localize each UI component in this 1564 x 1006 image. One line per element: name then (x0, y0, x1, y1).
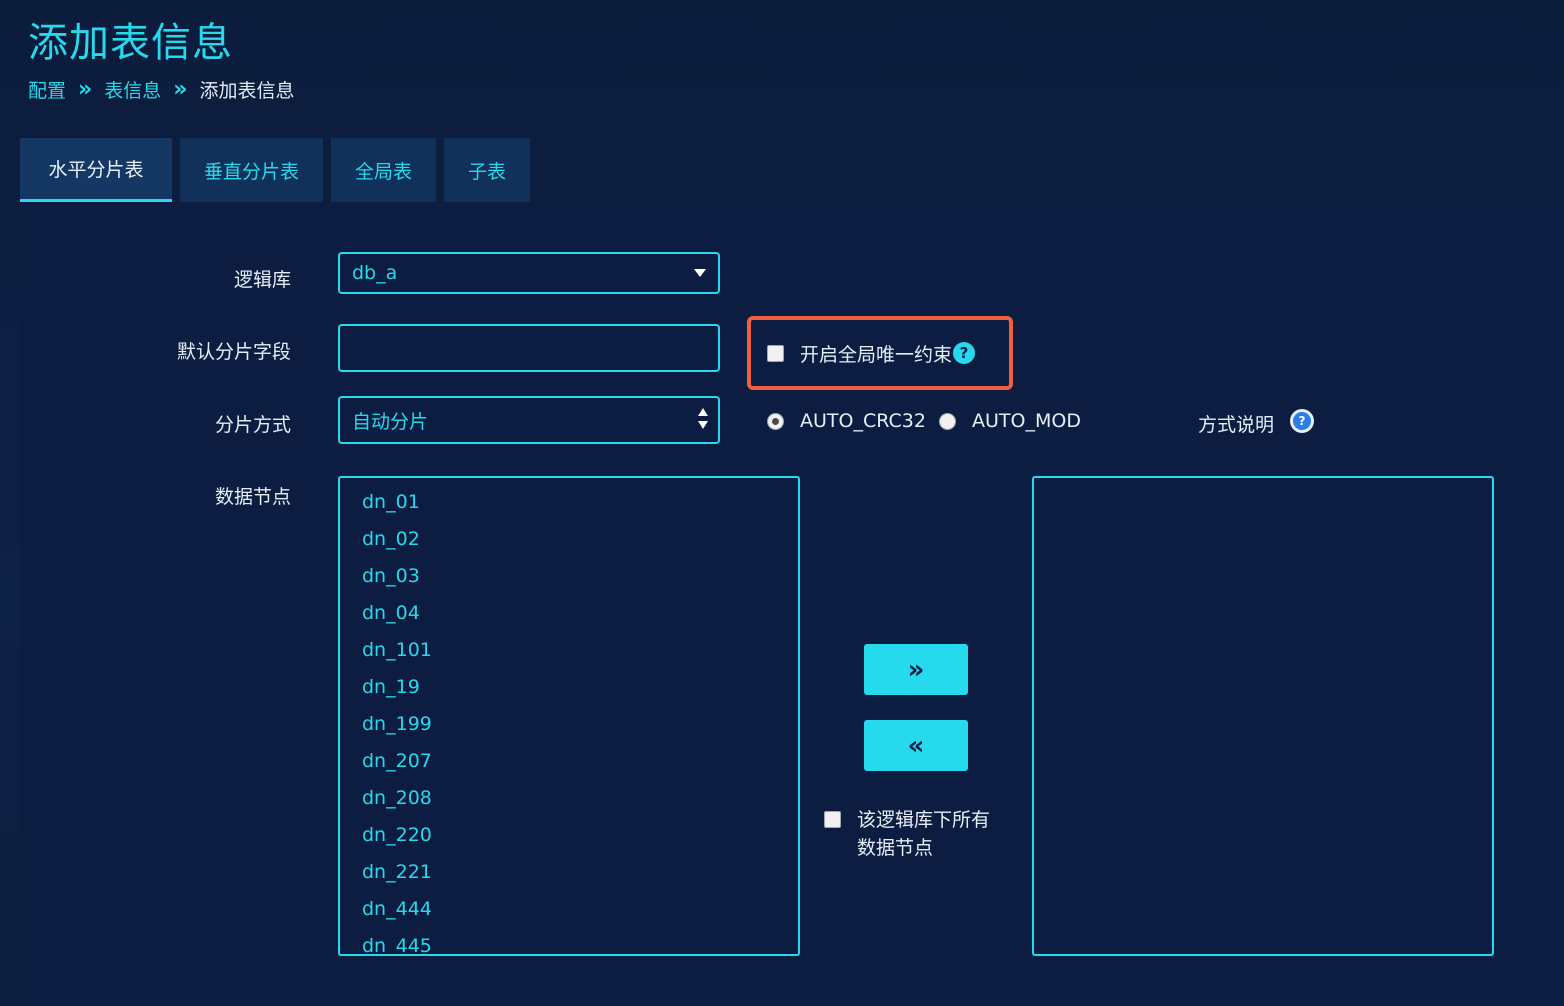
list-item[interactable]: dn_199 (340, 706, 798, 743)
logic-db-select[interactable]: db_a (338, 252, 720, 294)
shard-method-value: 自动分片 (352, 410, 429, 433)
add-nodes-button[interactable]: » (864, 644, 968, 695)
list-item[interactable]: dn_208 (340, 780, 798, 817)
list-item[interactable]: dn_207 (340, 743, 798, 780)
radio-auto-mod-button[interactable] (939, 412, 956, 430)
global-unique-highlight: 开启全局唯一约束 ? (747, 316, 1013, 390)
list-item[interactable]: dn_444 (340, 891, 798, 928)
breadcrumb-item-config[interactable]: 配置 (28, 76, 66, 103)
breadcrumb-separator-icon: » (78, 77, 93, 102)
remove-nodes-button[interactable]: « (864, 720, 968, 771)
list-item[interactable]: dn_19 (340, 669, 798, 706)
radio-auto-crc32[interactable]: AUTO_CRC32 (767, 410, 926, 432)
tab-global-table[interactable]: 全局表 (331, 138, 437, 202)
breadcrumb-item-table-info[interactable]: 表信息 (104, 76, 161, 103)
tab-bar: 水平分片表 垂直分片表 全局表 子表 (20, 138, 531, 202)
available-nodes-list[interactable]: dn_01 dn_02 dn_03 dn_04 dn_101 dn_19 dn_… (338, 476, 800, 956)
default-shard-field-input[interactable] (338, 324, 720, 372)
radio-auto-mod-label: AUTO_MOD (972, 410, 1081, 432)
shard-method-select[interactable]: 自动分片 (338, 396, 720, 444)
list-item[interactable]: dn_220 (340, 817, 798, 854)
global-unique-label: 开启全局唯一约束 (800, 343, 953, 366)
double-chevron-right-icon: » (907, 654, 925, 685)
selected-nodes-list[interactable] (1032, 476, 1494, 956)
tab-vertical-shard[interactable]: 垂直分片表 (180, 138, 324, 202)
method-desc-label: 方式说明 (1198, 414, 1275, 436)
list-item[interactable]: dn_445 (340, 928, 798, 954)
tab-child-table[interactable]: 子表 (444, 138, 531, 202)
page-title: 添加表信息 (28, 20, 233, 66)
caret-down-icon (694, 269, 706, 277)
list-item[interactable]: dn_02 (340, 521, 798, 558)
default-shard-field-label: 默认分片字段 (176, 341, 291, 363)
radio-auto-mod[interactable]: AUTO_MOD (939, 410, 1081, 432)
list-item[interactable]: dn_221 (340, 854, 798, 891)
all-nodes-label: 该逻辑库下所有数据节点 (857, 809, 991, 859)
radio-auto-crc32-button[interactable] (767, 412, 784, 430)
list-item[interactable]: dn_04 (340, 595, 798, 632)
list-item[interactable]: dn_101 (340, 632, 798, 669)
updown-arrows-icon (698, 408, 708, 429)
all-nodes-option[interactable]: 该逻辑库下所有数据节点 (824, 806, 1007, 862)
logic-db-value: db_a (352, 262, 398, 284)
list-item[interactable]: dn_03 (340, 558, 798, 595)
tab-horizontal-shard[interactable]: 水平分片表 (20, 138, 172, 202)
radio-auto-crc32-label: AUTO_CRC32 (800, 410, 926, 432)
list-item[interactable]: dn_01 (340, 484, 798, 521)
global-unique-checkbox[interactable] (767, 344, 784, 362)
breadcrumb-separator-icon: » (173, 77, 188, 102)
info-circle-icon[interactable]: ? (1290, 409, 1314, 433)
data-nodes-label: 数据节点 (214, 486, 291, 508)
breadcrumb: 配置 » 表信息 » 添加表信息 (28, 76, 294, 103)
breadcrumb-item-current: 添加表信息 (199, 80, 295, 102)
logic-db-label: 逻辑库 (233, 269, 291, 291)
all-nodes-checkbox[interactable] (824, 811, 841, 828)
shard-method-label: 分片方式 (214, 414, 291, 436)
double-chevron-left-icon: « (907, 730, 925, 761)
question-circle-icon[interactable]: ? (953, 342, 976, 364)
form-panel: 逻辑库 db_a 默认分片字段 开启全局唯一约束 ? 分片方式 自动分片 AUT… (20, 202, 1564, 1006)
